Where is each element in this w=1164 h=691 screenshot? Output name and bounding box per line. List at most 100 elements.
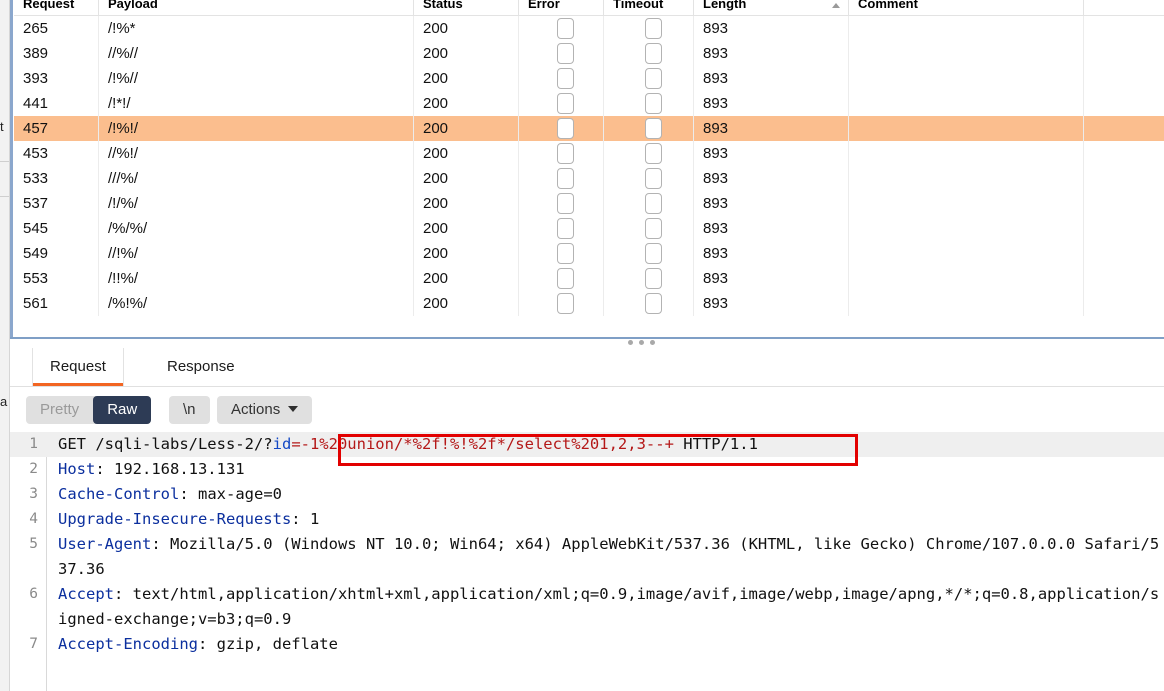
cell-error bbox=[519, 266, 604, 291]
line-number: 5 bbox=[10, 532, 38, 557]
raw-button[interactable]: Raw bbox=[93, 396, 151, 424]
attack-results-table[interactable]: Request Payload Status Error Timeout Len… bbox=[14, 0, 1164, 316]
error-checkbox[interactable] bbox=[557, 143, 574, 164]
table-row[interactable]: 389//%//200893 bbox=[14, 41, 1164, 66]
tab-response[interactable]: Response bbox=[150, 348, 252, 386]
code-line: 4Upgrade-Insecure-Requests: 1 bbox=[10, 507, 1164, 532]
cell-error bbox=[519, 166, 604, 191]
table-row[interactable]: 561/%!%/200893 bbox=[14, 291, 1164, 316]
actions-button-label: Actions bbox=[231, 401, 280, 418]
sort-caret-icon bbox=[832, 3, 840, 8]
code-line-text: Accept: text/html,application/xhtml+xml,… bbox=[58, 582, 1164, 632]
error-checkbox[interactable] bbox=[557, 243, 574, 264]
table-row[interactable]: 441/!*!/200893 bbox=[14, 91, 1164, 116]
results-left-edge bbox=[10, 0, 13, 337]
tab-request-label: Request bbox=[50, 358, 106, 375]
timeout-checkbox[interactable] bbox=[645, 218, 662, 239]
timeout-checkbox[interactable] bbox=[645, 243, 662, 264]
code-segment-header: Cache-Control bbox=[58, 485, 179, 503]
timeout-checkbox[interactable] bbox=[645, 193, 662, 214]
table-row[interactable]: 533///%/200893 bbox=[14, 166, 1164, 191]
cell-comment bbox=[849, 241, 1084, 266]
error-checkbox[interactable] bbox=[557, 18, 574, 39]
cell-length: 893 bbox=[694, 166, 849, 191]
code-segment-plain: : Mozilla/5.0 (Windows NT 10.0; Win64; x… bbox=[58, 535, 1159, 578]
table-row[interactable]: 457/!%!/200893 bbox=[14, 116, 1164, 141]
cell-length: 893 bbox=[694, 291, 849, 316]
column-header-payload[interactable]: Payload bbox=[99, 0, 414, 16]
cell-payload: /!%// bbox=[99, 66, 414, 91]
chevron-down-icon bbox=[288, 406, 298, 412]
cell-timeout bbox=[604, 66, 694, 91]
error-checkbox[interactable] bbox=[557, 118, 574, 139]
table-row[interactable]: 453//%!/200893 bbox=[14, 141, 1164, 166]
actions-menu-group[interactable]: Actions bbox=[217, 396, 312, 424]
table-body: 265/!%*200893389//%//200893393/!%//20089… bbox=[14, 16, 1164, 317]
cell-length: 893 bbox=[694, 16, 849, 42]
column-header-comment[interactable]: Comment bbox=[849, 0, 1084, 16]
cell-comment bbox=[849, 266, 1084, 291]
tab-request[interactable]: Request bbox=[32, 348, 124, 386]
line-number: 1 bbox=[10, 432, 38, 457]
cell-comment bbox=[849, 216, 1084, 241]
cell-error bbox=[519, 141, 604, 166]
timeout-checkbox[interactable] bbox=[645, 68, 662, 89]
message-editor-pane: Request Response Pretty Raw \n Actions 1… bbox=[10, 348, 1164, 691]
timeout-checkbox[interactable] bbox=[645, 268, 662, 289]
table-row[interactable]: 537/!/%/200893 bbox=[14, 191, 1164, 216]
cell-payload: /!/%/ bbox=[99, 191, 414, 216]
cell-timeout bbox=[604, 41, 694, 66]
raw-request-code-view[interactable]: 1GET /sqli-labs/Less-2/?id=-1%20union/*%… bbox=[10, 432, 1164, 691]
cell-length: 893 bbox=[694, 216, 849, 241]
error-checkbox[interactable] bbox=[557, 268, 574, 289]
drag-dots-icon[interactable] bbox=[628, 340, 655, 345]
table-row[interactable]: 265/!%*200893 bbox=[14, 16, 1164, 42]
pane-splitter[interactable] bbox=[10, 337, 1164, 348]
cell-request: 393 bbox=[14, 66, 99, 91]
cell-error bbox=[519, 216, 604, 241]
cell-payload: //%!/ bbox=[99, 141, 414, 166]
error-checkbox[interactable] bbox=[557, 218, 574, 239]
column-header-timeout[interactable]: Timeout bbox=[604, 0, 694, 16]
table-row[interactable]: 553/!!%/200893 bbox=[14, 266, 1164, 291]
timeout-checkbox[interactable] bbox=[645, 143, 662, 164]
column-header-status[interactable]: Status bbox=[414, 0, 519, 16]
error-checkbox[interactable] bbox=[557, 193, 574, 214]
column-header-request[interactable]: Request bbox=[14, 0, 99, 16]
cell-error bbox=[519, 191, 604, 216]
cell-comment bbox=[849, 141, 1084, 166]
cell-length: 893 bbox=[694, 91, 849, 116]
timeout-checkbox[interactable] bbox=[645, 18, 662, 39]
error-checkbox[interactable] bbox=[557, 168, 574, 189]
column-header-length[interactable]: Length bbox=[694, 0, 849, 16]
newline-button[interactable]: \n bbox=[169, 396, 210, 424]
code-segment-inj: =-1%20union/*%2f!%!%2f*/select%201,2,3--… bbox=[291, 435, 674, 453]
table-row[interactable]: 549//!%/200893 bbox=[14, 241, 1164, 266]
line-number: 4 bbox=[10, 507, 38, 532]
timeout-checkbox[interactable] bbox=[645, 93, 662, 114]
cell-timeout bbox=[604, 166, 694, 191]
cell-timeout bbox=[604, 116, 694, 141]
error-checkbox[interactable] bbox=[557, 93, 574, 114]
line-number: 7 bbox=[10, 632, 38, 657]
cell-filler bbox=[1084, 216, 1164, 241]
timeout-checkbox[interactable] bbox=[645, 293, 662, 314]
actions-button[interactable]: Actions bbox=[217, 396, 312, 424]
cell-request: 265 bbox=[14, 16, 99, 42]
error-checkbox[interactable] bbox=[557, 68, 574, 89]
column-header-error[interactable]: Error bbox=[519, 0, 604, 16]
error-checkbox[interactable] bbox=[557, 43, 574, 64]
left-clipped-panel-gutter: t a bbox=[0, 0, 10, 691]
timeout-checkbox[interactable] bbox=[645, 43, 662, 64]
pretty-button[interactable]: Pretty bbox=[26, 396, 93, 424]
table-row[interactable]: 545/%/%/200893 bbox=[14, 216, 1164, 241]
table-row[interactable]: 393/!%//200893 bbox=[14, 66, 1164, 91]
newline-toggle-group[interactable]: \n bbox=[169, 396, 210, 424]
code-segment-header: Upgrade-Insecure-Requests bbox=[58, 510, 291, 528]
error-checkbox[interactable] bbox=[557, 293, 574, 314]
cell-error bbox=[519, 91, 604, 116]
timeout-checkbox[interactable] bbox=[645, 118, 662, 139]
cell-filler bbox=[1084, 91, 1164, 116]
timeout-checkbox[interactable] bbox=[645, 168, 662, 189]
pretty-raw-toggle-group[interactable]: Pretty Raw bbox=[26, 396, 151, 424]
